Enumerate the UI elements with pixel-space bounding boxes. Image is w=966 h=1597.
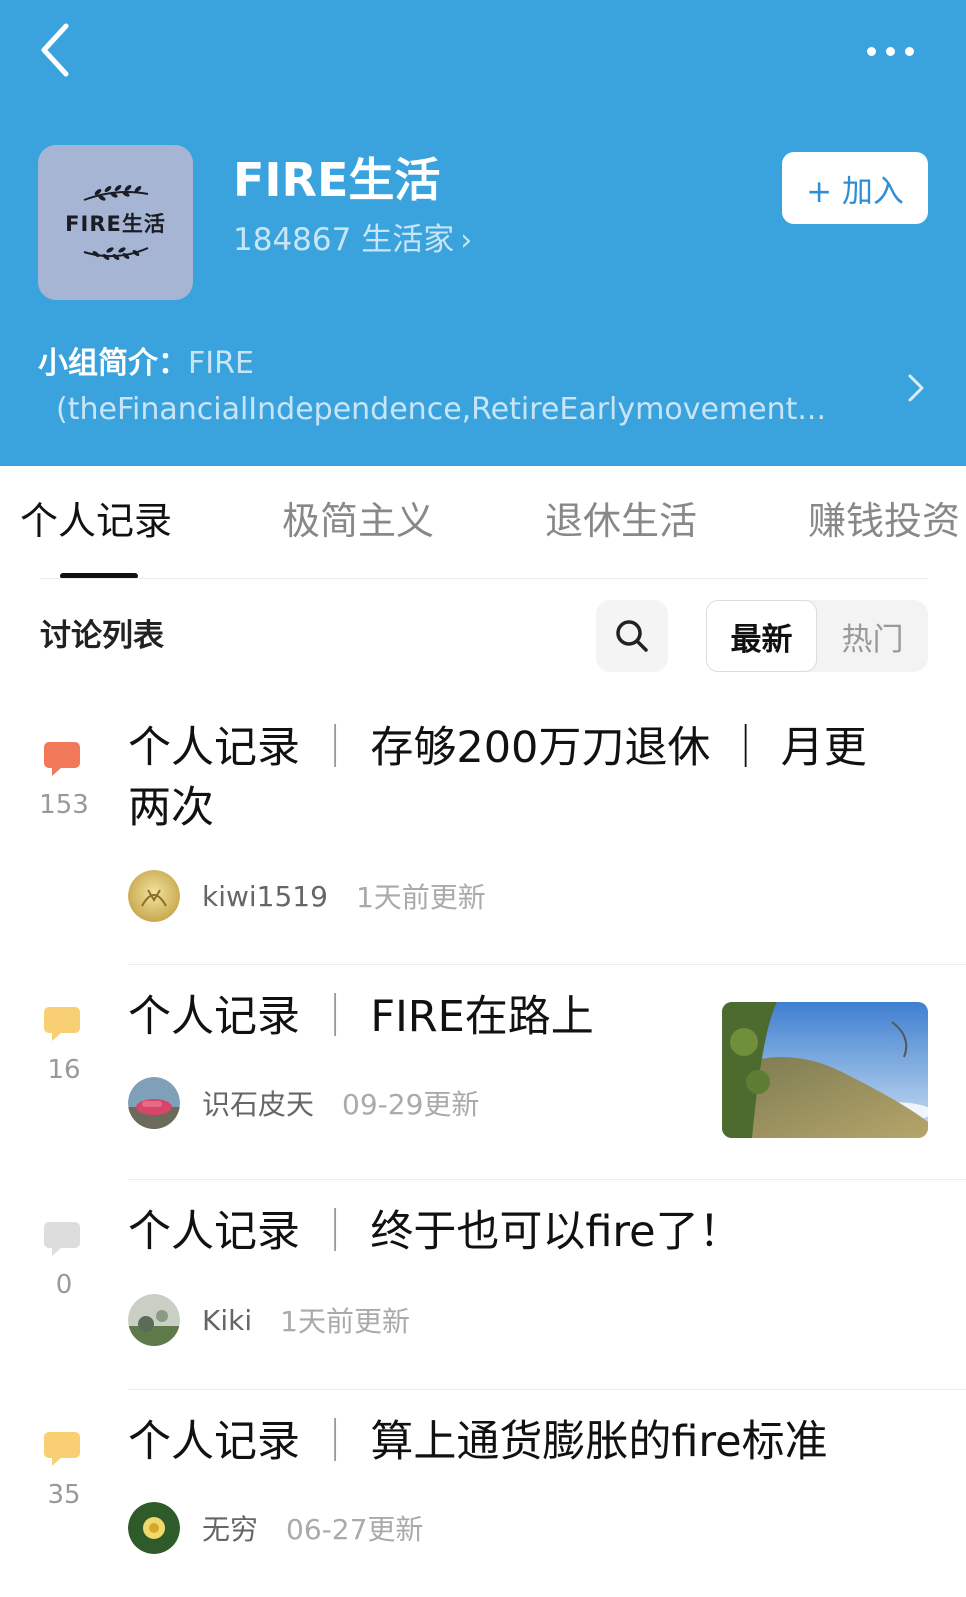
more-dot-icon <box>885 46 895 56</box>
more-dot-icon <box>904 46 914 56</box>
laurel-top-icon <box>83 184 148 201</box>
sort-toggle: 最新 热门 <box>706 600 928 672</box>
tab-investing[interactable]: 赚钱投资 <box>808 496 960 546</box>
comment-count: 0 <box>55 1270 73 1300</box>
chevron-right-icon: › <box>460 223 473 258</box>
post-title: 个人记录 ｜ 算上通货膨胀的fire标准 <box>128 1412 928 1472</box>
back-arrow-icon <box>41 23 69 77</box>
tab-retirement-life[interactable]: 退休生活 <box>545 496 697 546</box>
comment-count: 153 <box>39 790 89 820</box>
group-header: FIRE生活 FIRE生活 184867 生活家 › + 加入 小组简介：FIRE… <box>0 0 966 466</box>
author-name[interactable]: 识石皮天 <box>202 1083 314 1123</box>
avatar[interactable] <box>128 870 180 922</box>
comment-bubble-icon <box>44 1432 80 1466</box>
post-title: 个人记录 ｜ FIRE在路上 <box>128 987 708 1047</box>
comment-bubble-icon <box>44 742 80 776</box>
intro-text-line2: (theFinancialIndependence,RetireEarlymov… <box>56 392 826 427</box>
post-meta: 识石皮天 09-29更新 <box>128 1077 479 1129</box>
author-name[interactable]: Kiki <box>202 1304 252 1337</box>
update-time: 06-27更新 <box>286 1513 424 1546</box>
search-icon <box>616 620 648 652</box>
group-logo: FIRE生活 <box>38 145 193 300</box>
join-button[interactable]: + 加入 <box>782 152 928 224</box>
post-title-prefix: 个人记录 <box>128 992 300 1042</box>
intro-label: 小组简介： <box>38 346 188 381</box>
avatar[interactable] <box>128 1294 180 1346</box>
title-separator: ｜ <box>313 992 357 1042</box>
tab-divider <box>40 578 928 579</box>
post-title-text: FIRE在路上 <box>370 992 594 1042</box>
update-time: 1天前更新 <box>280 1305 410 1338</box>
update-time: 1天前更新 <box>355 881 486 914</box>
post-thumbnail[interactable] <box>722 1002 928 1138</box>
post-title: 个人记录 ｜ 存够200万刀退休 ｜ 月更两次 <box>128 718 888 838</box>
list-item[interactable]: 16 个人记录 ｜ FIRE在路上 识石皮天 09-29更新 <box>0 965 966 1180</box>
laurel-bottom-icon <box>83 246 148 260</box>
post-title-prefix: 个人记录 <box>128 1417 300 1467</box>
title-separator: ｜ <box>313 723 357 773</box>
chevron-right-icon[interactable] <box>904 370 928 406</box>
author-name[interactable]: kiwi1519 <box>202 880 328 913</box>
comment-bubble-icon <box>44 1222 80 1256</box>
post-title-prefix: 个人记录 <box>128 723 300 773</box>
avatar[interactable] <box>128 1077 180 1129</box>
comment-bubble-icon <box>44 1007 80 1041</box>
search-button[interactable] <box>596 600 668 672</box>
sort-latest-button[interactable]: 最新 <box>706 600 817 672</box>
logo-text: FIRE生活 <box>65 211 166 236</box>
group-name: FIRE生活 <box>233 153 441 207</box>
tab-personal-records[interactable]: 个人记录 <box>20 496 172 546</box>
discussion-list-title: 讨论列表 <box>40 618 164 654</box>
post-title-text: 终于也可以fire了！ <box>370 1207 742 1257</box>
post-meta: Kiki 1天前更新 <box>128 1294 410 1346</box>
back-button[interactable] <box>36 22 80 78</box>
post-title: 个人记录 ｜ 终于也可以fire了！ <box>128 1202 908 1262</box>
post-title-text: 算上通货膨胀的fire标准 <box>370 1417 828 1467</box>
avatar[interactable] <box>128 1502 180 1554</box>
list-item[interactable]: 0 个人记录 ｜ 终于也可以fire了！ Kiki 1天前更新 <box>0 1180 966 1390</box>
sort-hot-button[interactable]: 热门 <box>817 600 928 672</box>
title-separator: ｜ <box>313 1207 357 1257</box>
title-separator: ｜ <box>313 1417 357 1467</box>
list-item[interactable]: 35 个人记录 ｜ 算上通货膨胀的fire标准 无穷 06-27更新 <box>0 1390 966 1597</box>
more-dot-icon <box>866 46 876 56</box>
member-count-text: 184867 生活家 <box>233 222 455 258</box>
landscape-image <box>722 1002 928 1138</box>
update-time: 09-29更新 <box>342 1088 480 1121</box>
comment-count: 35 <box>47 1480 81 1510</box>
tab-minimalism[interactable]: 极简主义 <box>282 496 434 546</box>
member-count-link[interactable]: 184867 生活家 › <box>233 218 472 263</box>
group-intro[interactable]: 小组简介：FIRE <box>38 342 254 386</box>
more-options-button[interactable] <box>854 36 926 66</box>
list-item[interactable]: 153 个人记录 ｜ 存够200万刀退休 ｜ 月更两次 kiwi1519 1天前… <box>0 700 966 965</box>
author-name[interactable]: 无穷 <box>202 1508 258 1548</box>
post-meta: kiwi1519 1天前更新 <box>128 870 486 922</box>
post-title-prefix: 个人记录 <box>128 1207 300 1257</box>
post-meta: 无穷 06-27更新 <box>128 1502 423 1554</box>
intro-text: FIRE <box>188 346 254 381</box>
comment-count: 16 <box>47 1055 81 1085</box>
category-tabs: 个人记录 极简主义 退休生活 赚钱投资 <box>0 466 966 580</box>
